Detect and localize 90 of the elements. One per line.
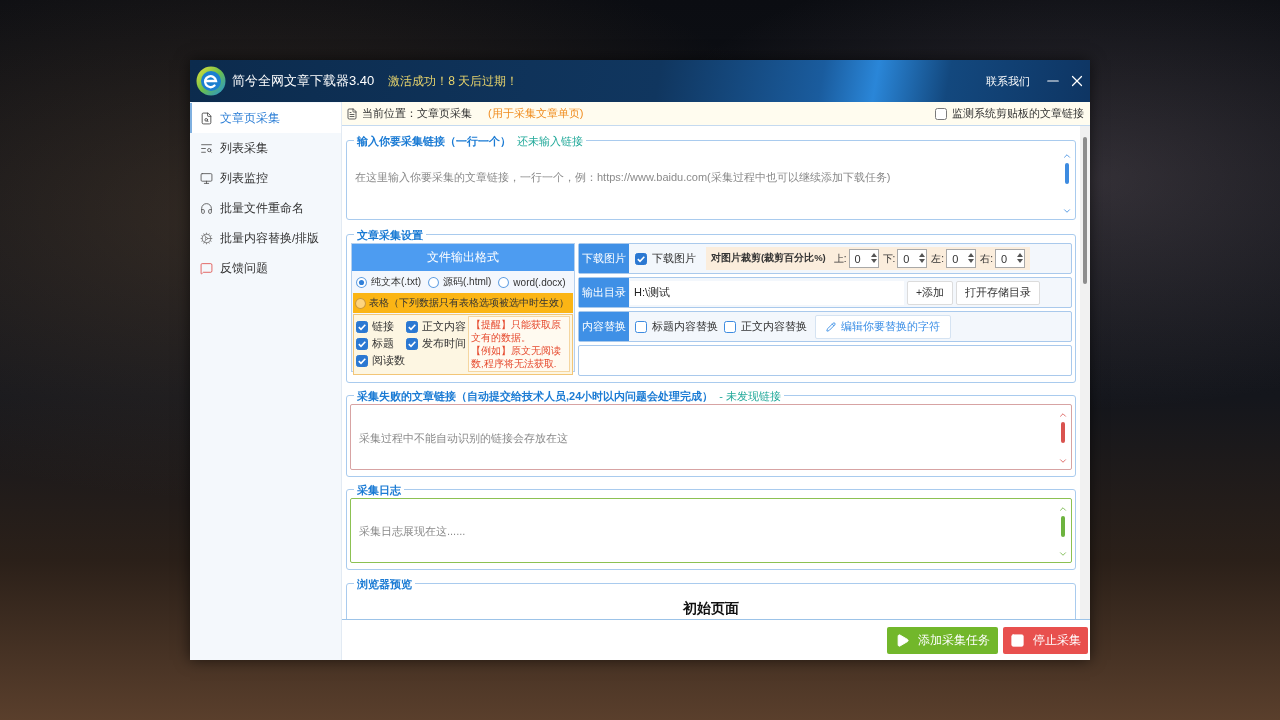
crop-label: 右: [980, 251, 993, 266]
note-text: 【提醒】只能获取原文有的数据。 [471, 318, 562, 344]
checkbox[interactable] [406, 320, 418, 333]
note-text: 【例如】原文无阅读数,程序将无法获取. [471, 344, 562, 370]
document-icon [346, 107, 358, 120]
scrollbar-thumb[interactable] [1065, 163, 1069, 184]
row-label: 内容替换 [579, 312, 629, 341]
number-field[interactable]: 0 [946, 249, 977, 268]
document-search-icon [200, 111, 213, 125]
checkbox[interactable] [935, 107, 947, 120]
radio-button[interactable] [356, 276, 367, 288]
checkbox[interactable] [724, 320, 736, 333]
section-title: 浏览器预览 [357, 578, 412, 590]
logo-icon [196, 66, 226, 96]
checkbox-label: 标题内容替换 [652, 319, 718, 334]
spin-arrows-icon[interactable] [1016, 252, 1023, 264]
checkbox-label: 阅读数 [372, 353, 405, 368]
section-title: 采集失败的文章链接（自动提交给技术人员,24小时以内问题会处理完成） [357, 390, 714, 402]
checkbox-label: 链接 [372, 319, 394, 334]
failed-links-field[interactable]: 采集过程中不能自动识别的链接会存放在这 [350, 404, 1072, 470]
sidebar-item[interactable]: 列表采集 [190, 133, 341, 163]
scroll-down-icon[interactable] [1062, 206, 1072, 216]
option-label: 表格（下列数据只有表格选项被选中时生效） [369, 296, 569, 310]
number-field[interactable]: 0 [994, 249, 1025, 268]
headphones-icon [200, 201, 213, 215]
row-label: 下载图片 [579, 244, 629, 273]
sidebar-item[interactable]: 批量内容替换/排版 [190, 223, 341, 253]
scrollbar-thumb[interactable] [1061, 422, 1065, 443]
checkbox[interactable] [406, 337, 418, 350]
contact-link[interactable]: 联系我们 [986, 73, 1030, 89]
option-label: word(.docx) [513, 276, 566, 288]
crop-title: 对图片裁剪(裁剪百分比%) [711, 252, 826, 265]
checkbox[interactable] [356, 354, 368, 367]
checkbox-label: 发布时间 [422, 336, 466, 351]
stop-icon [1010, 632, 1025, 648]
list-search-icon [200, 141, 213, 155]
monitor-icon [200, 171, 213, 185]
panel-header: 文件输出格式 [352, 244, 574, 271]
action-button[interactable]: 停止采集 [1003, 626, 1088, 654]
radio-button[interactable] [355, 297, 366, 309]
checkbox[interactable] [356, 320, 368, 333]
crop-label: 下: [882, 251, 896, 266]
sidebar-item[interactable]: 批量文件重命名 [190, 193, 341, 223]
sidebar-item[interactable]: 反馈问题 [190, 253, 341, 283]
checkbox-label: 正文内容 [422, 319, 466, 334]
pencil-icon [826, 321, 836, 332]
scrollbar-thumb[interactable] [1061, 516, 1065, 537]
checkbox[interactable] [635, 252, 647, 265]
sidebar-item[interactable]: 列表监控 [190, 163, 341, 193]
scroll-down-icon[interactable] [1058, 549, 1068, 559]
scroll-up-icon[interactable] [1062, 151, 1072, 161]
location-label: 当前位置：文章页采集 [362, 106, 472, 121]
scrollbar-thumb[interactable] [1083, 137, 1087, 284]
checkbox-label: 监测系统剪贴板的文章链接 [952, 106, 1084, 121]
gear-icon [200, 231, 213, 245]
section-title: 采集日志 [357, 484, 401, 496]
dialog-button[interactable]: 打开存储目录 [956, 280, 1041, 305]
play-icon [895, 632, 910, 648]
number-field[interactable]: 0 [848, 249, 879, 268]
log-field[interactable]: 采集日志展现在这...... [350, 498, 1072, 563]
radio-button[interactable] [428, 276, 439, 288]
scroll-up-icon[interactable] [1058, 504, 1068, 514]
radio-button[interactable] [498, 276, 510, 288]
scroll-up-icon[interactable] [1058, 410, 1068, 420]
activation-notice: 激活成功！8 天后过期！ [388, 72, 519, 90]
sidebar-item[interactable]: 文章页采集 [190, 103, 341, 133]
checkbox[interactable] [635, 320, 647, 333]
checkbox-label: 正文内容替换 [741, 319, 807, 334]
message-icon [200, 261, 213, 275]
checkbox[interactable] [356, 337, 368, 350]
preview-text: 初始页面 [683, 600, 739, 616]
row-label: 输出目录 [579, 278, 629, 307]
output-dir-field[interactable]: H:\测试 [630, 280, 904, 305]
scroll-down-icon[interactable] [1058, 456, 1068, 466]
option-label: 纯文本(.txt) [371, 275, 421, 289]
link-status: - 未发现链接 [719, 390, 782, 402]
location-hint: (用于采集文章单页) [488, 106, 584, 121]
checkbox-label: 标题 [372, 336, 394, 351]
crop-label: 左: [931, 251, 945, 266]
option-label: 源码(.html) [443, 275, 492, 289]
checkbox-label: 下载图片 [652, 251, 696, 266]
edit-replace-button[interactable]: 编辑你要替换的字符 [815, 314, 951, 339]
spin-arrows-icon[interactable] [968, 252, 975, 264]
spin-arrows-icon[interactable] [870, 252, 877, 264]
dialog-button[interactable]: +添加 [907, 280, 954, 305]
app-title: 简兮全网文章下载器3.40 [232, 72, 375, 90]
number-field[interactable]: 0 [897, 249, 928, 268]
spin-arrows-icon[interactable] [919, 252, 926, 264]
section-title: 文章采集设置 [357, 229, 423, 241]
crop-label: 上: [833, 251, 847, 266]
